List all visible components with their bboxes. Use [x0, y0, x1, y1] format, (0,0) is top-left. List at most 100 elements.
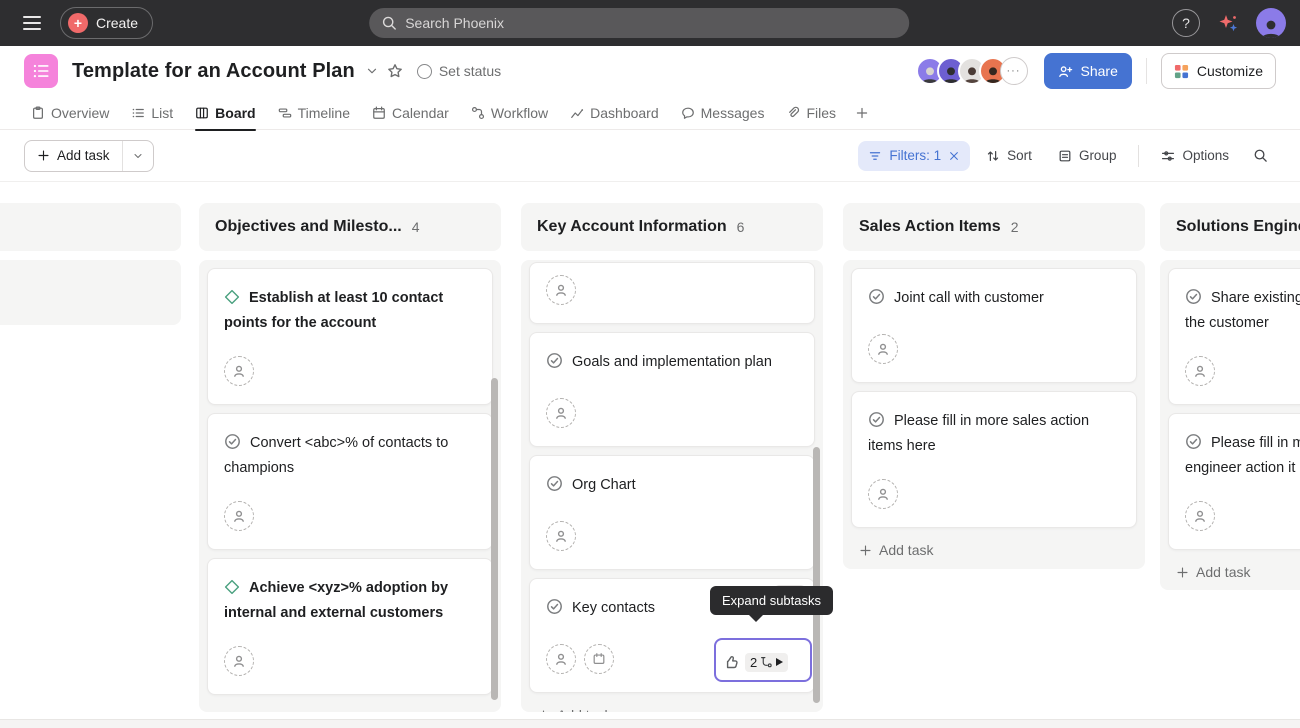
- calendar-icon: [372, 106, 386, 120]
- column-add-task-button[interactable]: Add task: [859, 536, 933, 564]
- check-circle-icon[interactable]: [868, 288, 885, 312]
- search-placeholder: Search Phoenix: [405, 15, 504, 31]
- message-icon: [681, 106, 695, 120]
- project-header: Template for an Account Plan Set status …: [0, 46, 1300, 96]
- assignee-placeholder[interactable]: [546, 644, 576, 674]
- check-circle-icon[interactable]: [1185, 433, 1202, 457]
- assignee-placeholder[interactable]: [1185, 356, 1215, 386]
- search-icon: [1253, 148, 1268, 163]
- column-add-task-button[interactable]: Add task: [1176, 558, 1250, 586]
- board-column-solutions: Solutions Enginee Share existingthe cust…: [1160, 203, 1300, 590]
- global-search-input[interactable]: Search Phoenix: [369, 8, 909, 38]
- milestone-diamond-icon[interactable]: [224, 579, 240, 602]
- create-button[interactable]: + Create: [60, 7, 153, 39]
- plus-icon: [859, 544, 872, 557]
- filters-clear-button[interactable]: [948, 150, 960, 162]
- assignee-placeholder[interactable]: [546, 521, 576, 551]
- column-count: 6: [737, 219, 745, 235]
- tab-overview[interactable]: Overview: [22, 96, 118, 130]
- filters-chip[interactable]: Filters: 1: [858, 141, 970, 171]
- task-card[interactable]: Establish at least 10 contact points for…: [207, 268, 493, 405]
- tab-files[interactable]: Files: [777, 96, 845, 130]
- customize-button[interactable]: Customize: [1161, 53, 1276, 89]
- check-circle-icon[interactable]: [1185, 288, 1202, 312]
- title-chevron-down-icon[interactable]: [361, 60, 383, 82]
- column-add-task-button[interactable]: Add task: [537, 701, 611, 712]
- assignee-placeholder[interactable]: [224, 646, 254, 676]
- tab-messages[interactable]: Messages: [672, 96, 774, 130]
- plus-icon: [215, 711, 228, 713]
- board-column-objectives: Objectives and Milesto... 4 Establish at…: [199, 203, 501, 712]
- add-task-dropdown-button[interactable]: [122, 141, 153, 171]
- task-card-clipped[interactable]: [529, 262, 815, 324]
- task-card[interactable]: Achieve <xyz>% adoption by internal and …: [207, 558, 493, 695]
- calendar-icon: [592, 652, 606, 666]
- check-circle-icon[interactable]: [546, 598, 563, 622]
- board-column-key-account: Key Account Information 6 Goals and impl…: [521, 203, 823, 712]
- partial-column-header: [0, 203, 181, 251]
- milestone-diamond-icon[interactable]: [224, 289, 240, 312]
- task-card[interactable]: Goals and implementation plan: [529, 332, 815, 447]
- assignee-placeholder[interactable]: [868, 479, 898, 509]
- share-label: Share: [1081, 63, 1118, 79]
- assignee-placeholder[interactable]: [224, 501, 254, 531]
- column-add-task-button[interactable]: Add task: [215, 703, 289, 712]
- check-circle-icon[interactable]: [546, 475, 563, 499]
- horizontal-scrollbar-track[interactable]: [0, 719, 1300, 728]
- add-task-button[interactable]: Add task: [25, 141, 122, 171]
- column-count: 4: [412, 219, 420, 235]
- member-overflow-button[interactable]: ···: [1000, 57, 1028, 85]
- assignee-placeholder[interactable]: [868, 334, 898, 364]
- user-avatar[interactable]: [1256, 8, 1286, 38]
- task-card[interactable]: Please fill in mengineer action it: [1168, 413, 1300, 550]
- assignee-placeholder[interactable]: [546, 398, 576, 428]
- expand-subtasks-chip[interactable]: 2: [714, 638, 812, 682]
- sort-button[interactable]: Sort: [976, 141, 1042, 171]
- global-topbar: + Create Search Phoenix ?: [0, 0, 1300, 46]
- column-body: Joint call with customer Please fill in …: [843, 260, 1145, 569]
- chevron-down-icon: [132, 150, 144, 162]
- column-scrollbar[interactable]: [813, 447, 820, 703]
- check-circle-icon[interactable]: [546, 352, 563, 376]
- group-button[interactable]: Group: [1048, 141, 1127, 171]
- expand-subtasks-tooltip: Expand subtasks: [710, 586, 833, 615]
- assignee-placeholder[interactable]: [1185, 501, 1215, 531]
- filters-label: Filters: 1: [889, 148, 941, 163]
- tab-board[interactable]: Board: [186, 96, 264, 130]
- tab-dashboard[interactable]: Dashboard: [561, 96, 668, 130]
- tab-calendar[interactable]: Calendar: [363, 96, 458, 130]
- favorite-star-icon[interactable]: [383, 59, 407, 83]
- tab-list[interactable]: List: [122, 96, 182, 130]
- due-date-placeholder[interactable]: [584, 644, 614, 674]
- list-icon: [131, 106, 145, 120]
- column-header[interactable]: Objectives and Milesto... 4: [199, 203, 501, 251]
- tab-timeline[interactable]: Timeline: [269, 96, 359, 130]
- check-circle-icon[interactable]: [868, 411, 885, 435]
- help-button[interactable]: ?: [1172, 9, 1200, 37]
- column-header[interactable]: Key Account Information 6: [521, 203, 823, 251]
- task-card[interactable]: Please fill in more sales action items h…: [851, 391, 1137, 528]
- assignee-placeholder[interactable]: [224, 356, 254, 386]
- task-card[interactable]: Joint call with customer: [851, 268, 1137, 383]
- task-card[interactable]: Share existingthe customer: [1168, 268, 1300, 405]
- share-button[interactable]: Share: [1044, 53, 1132, 89]
- plus-icon: +: [68, 13, 88, 33]
- set-status-button[interactable]: Set status: [417, 63, 501, 79]
- column-header[interactable]: Sales Action Items 2: [843, 203, 1145, 251]
- task-card[interactable]: Org Chart: [529, 455, 815, 570]
- board-search-button[interactable]: [1245, 141, 1276, 171]
- check-circle-icon[interactable]: [224, 433, 241, 457]
- status-circle-icon: [417, 64, 432, 79]
- task-card[interactable]: Convert <abc>% of contacts to champions: [207, 413, 493, 550]
- board-icon: [195, 106, 209, 120]
- assignee-placeholder[interactable]: [546, 275, 576, 305]
- ai-sparkles-icon[interactable]: [1216, 11, 1240, 35]
- options-button[interactable]: Options: [1151, 141, 1239, 171]
- column-header[interactable]: Solutions Enginee: [1160, 203, 1300, 251]
- hamburger-menu-button[interactable]: [14, 5, 50, 41]
- column-scrollbar[interactable]: [491, 378, 498, 700]
- column-body: Establish at least 10 contact points for…: [199, 260, 501, 712]
- board-column-sales: Sales Action Items 2 Joint call with cus…: [843, 203, 1145, 569]
- tab-workflow[interactable]: Workflow: [462, 96, 557, 130]
- add-view-button[interactable]: [849, 96, 875, 130]
